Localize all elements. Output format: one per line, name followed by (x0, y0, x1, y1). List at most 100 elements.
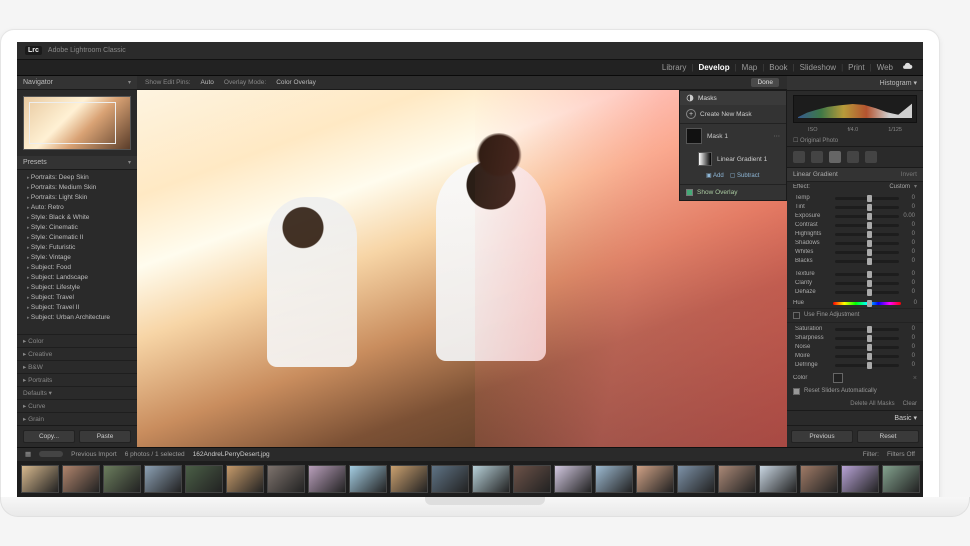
preset-group[interactable]: ▸ Curve (17, 399, 137, 412)
preset-group[interactable]: ▸ Creative (17, 347, 137, 360)
slider-defringe[interactable]: Defringe0 (789, 361, 921, 370)
preset-item[interactable]: Subject: Travel II (17, 302, 137, 312)
overlay-mode-value[interactable]: Color Overlay (276, 79, 316, 86)
filter-state[interactable]: Filters Off (887, 451, 915, 458)
slider-exposure[interactable]: Exposure0.00 (789, 212, 921, 221)
preset-item[interactable]: Subject: Food (17, 262, 137, 272)
close-icon[interactable]: × (913, 375, 917, 382)
delete-all-masks-link[interactable]: Delete All Masks (850, 401, 894, 407)
effect-dropdown[interactable]: Custom (889, 184, 910, 190)
invert-link[interactable]: Invert (901, 171, 917, 178)
preset-item[interactable]: Portraits: Deep Skin (17, 172, 137, 182)
slider-shadows[interactable]: Shadows0 (789, 239, 921, 248)
filmstrip-thumb[interactable] (554, 465, 592, 493)
slider-texture[interactable]: Texture0 (789, 270, 921, 279)
filmstrip-thumb[interactable] (513, 465, 551, 493)
slider-clarity[interactable]: Clarity0 (789, 279, 921, 288)
filmstrip-thumb[interactable] (390, 465, 428, 493)
module-tab-develop[interactable]: Develop (698, 63, 729, 72)
slider-contrast[interactable]: Contrast0 (789, 221, 921, 230)
filmstrip-thumb[interactable] (677, 465, 715, 493)
mask-item[interactable]: Mask 1 ⋯ (680, 124, 786, 148)
main-photo[interactable]: Masks + Create New Mask Mask 1 ⋯ Linear … (137, 90, 787, 447)
source-label[interactable]: Previous Import (71, 451, 117, 458)
preset-item[interactable]: Style: Cinematic II (17, 232, 137, 242)
slider-sharpness[interactable]: Sharpness0 (789, 334, 921, 343)
filmstrip-thumb[interactable] (718, 465, 756, 493)
cloud-sync-icon[interactable] (902, 62, 913, 73)
slider-dehaze[interactable]: Dehaze0 (789, 288, 921, 297)
preset-item[interactable]: Portraits: Medium Skin (17, 182, 137, 192)
preset-item[interactable]: Subject: Landscape (17, 272, 137, 282)
slider-blacks[interactable]: Blacks0 (789, 257, 921, 266)
hue-slider[interactable]: Hue 0 (787, 299, 923, 308)
heal-tool-icon[interactable] (811, 151, 823, 163)
filmstrip-thumb[interactable] (431, 465, 469, 493)
thumb-size-slider[interactable] (39, 451, 63, 457)
edit-pins-auto[interactable]: Auto (201, 79, 214, 86)
show-overlay-toggle[interactable]: Show Overlay (680, 184, 786, 200)
create-new-mask[interactable]: + Create New Mask (680, 105, 786, 124)
slider-temp[interactable]: Temp0 (789, 194, 921, 203)
filmstrip-thumb[interactable] (144, 465, 182, 493)
preset-item[interactable]: Subject: Urban Architecture (17, 312, 137, 322)
mask-subtract-button[interactable]: ▢ Subtract (730, 172, 760, 179)
module-tab-library[interactable]: Library (662, 63, 686, 72)
preset-group[interactable]: ▸ Portraits (17, 373, 137, 386)
preset-item[interactable]: Style: Cinematic (17, 222, 137, 232)
preset-item[interactable]: Subject: Lifestyle (17, 282, 137, 292)
filmstrip-thumb[interactable] (800, 465, 838, 493)
filmstrip-thumb[interactable] (103, 465, 141, 493)
histogram-header[interactable]: Histogram ▾ (787, 76, 923, 91)
previous-button[interactable]: Previous (791, 430, 853, 443)
grid-view-icon[interactable]: ▦ (25, 450, 31, 458)
presets-header[interactable]: Presets ▾ (17, 156, 137, 170)
preset-item[interactable]: Portraits: Light Skin (17, 192, 137, 202)
preset-group[interactable]: ▸ B&W (17, 360, 137, 373)
basic-panel-header[interactable]: Basic ▾ (787, 410, 923, 425)
crop-tool-icon[interactable] (793, 151, 805, 163)
fine-adjustment-toggle[interactable]: Use Fine Adjustment (787, 308, 923, 323)
copy-button[interactable]: Copy... (23, 430, 75, 443)
preset-item[interactable]: Style: Futuristic (17, 242, 137, 252)
masks-header[interactable]: Masks (680, 91, 786, 105)
slider-whites[interactable]: Whites0 (789, 248, 921, 257)
hue-track[interactable] (833, 302, 901, 305)
color-swatch[interactable] (833, 373, 843, 383)
filmstrip-thumb[interactable] (882, 465, 920, 493)
preset-group[interactable]: ▸ Color (17, 334, 137, 347)
module-tab-slideshow[interactable]: Slideshow (800, 63, 836, 72)
preset-group[interactable]: ▸ Grain (17, 412, 137, 425)
module-tab-map[interactable]: Map (742, 63, 758, 72)
filmstrip-thumb[interactable] (62, 465, 100, 493)
more-icon[interactable]: ⋯ (774, 132, 781, 140)
brush-tool-icon[interactable] (865, 151, 877, 163)
reset-sliders-auto-toggle[interactable]: Reset Sliders Automatically (787, 385, 923, 398)
redeye-tool-icon[interactable] (847, 151, 859, 163)
reset-button[interactable]: Reset (857, 430, 919, 443)
preset-item[interactable]: Style: Vintage (17, 252, 137, 262)
filmstrip-thumb[interactable] (759, 465, 797, 493)
filmstrip-thumb[interactable] (308, 465, 346, 493)
filmstrip-thumb[interactable] (226, 465, 264, 493)
slider-noise[interactable]: Noise0 (789, 343, 921, 352)
filmstrip-thumb[interactable] (636, 465, 674, 493)
module-tab-web[interactable]: Web (877, 63, 893, 72)
paste-button[interactable]: Paste (79, 430, 131, 443)
mask-component[interactable]: Linear Gradient 1 (680, 148, 786, 170)
original-photo-toggle[interactable]: ☐ Original Photo (787, 135, 923, 147)
filmstrip[interactable] (17, 461, 923, 497)
mask-tool-icon[interactable] (829, 151, 841, 163)
slider-highlights[interactable]: Highlights0 (789, 230, 921, 239)
slider-moiré[interactable]: Moiré0 (789, 352, 921, 361)
color-row[interactable]: Color × (787, 372, 923, 385)
filmstrip-thumb[interactable] (21, 465, 59, 493)
preset-item[interactable]: Style: Black & White (17, 212, 137, 222)
preset-item[interactable]: Subject: Travel (17, 292, 137, 302)
preset-item[interactable]: Auto: Retro (17, 202, 137, 212)
navigator-preview[interactable] (23, 96, 131, 150)
filmstrip-thumb[interactable] (185, 465, 223, 493)
clear-link[interactable]: Clear (903, 401, 917, 407)
filmstrip-thumb[interactable] (349, 465, 387, 493)
slider-saturation[interactable]: Saturation0 (789, 325, 921, 334)
